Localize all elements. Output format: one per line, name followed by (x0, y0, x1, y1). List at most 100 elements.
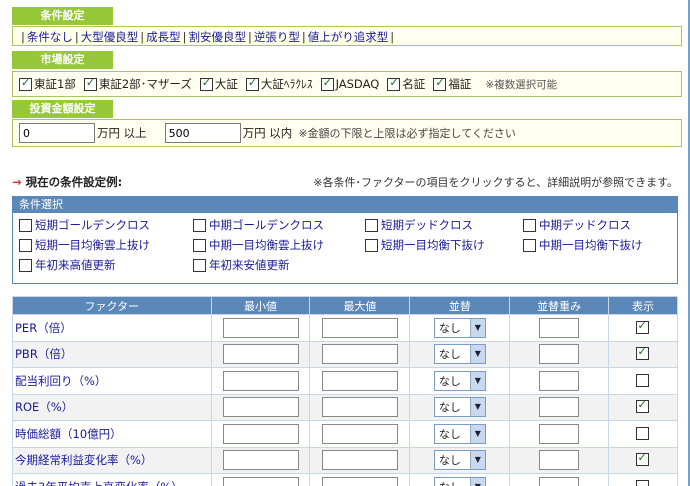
market-option[interactable]: JASDAQ (320, 76, 379, 91)
amount-min-input[interactable] (19, 123, 95, 143)
factor-link[interactable]: PER（倍） (13, 321, 72, 335)
strategy-link[interactable]: 大型優良型 (81, 30, 139, 44)
factor-link[interactable]: 配当利回り（%） (13, 374, 106, 388)
condition-option[interactable]: 中期デッドクロス (523, 217, 631, 233)
sort-select[interactable]: なし▼ (433, 423, 486, 444)
sort-select[interactable]: なし▼ (433, 370, 486, 391)
condition-link[interactable]: 中期一目均衡下抜け (539, 237, 643, 253)
sort-select[interactable]: なし▼ (433, 344, 486, 365)
market-option[interactable]: 大証 (199, 76, 238, 92)
condition-option[interactable]: 中期ゴールデンクロス (193, 217, 324, 233)
show-checkbox[interactable] (635, 373, 649, 387)
amount-max-input[interactable] (164, 123, 241, 143)
condition-option[interactable]: 短期デッドクロス (365, 217, 473, 233)
sort-weight-input[interactable] (539, 370, 580, 391)
max-value-input[interactable] (321, 423, 398, 444)
condition-checkbox[interactable] (523, 218, 536, 232)
show-checkbox[interactable] (635, 398, 649, 414)
min-value-input[interactable] (222, 450, 299, 471)
condition-checkbox[interactable] (19, 238, 32, 252)
condition-option[interactable]: 中期一目均衡下抜け (523, 237, 643, 253)
factor-link[interactable]: ROE（%） (13, 400, 73, 414)
sort-weight-input[interactable] (539, 476, 580, 486)
chevron-down-icon[interactable]: ▼ (469, 318, 485, 337)
condition-link[interactable]: 短期デッドクロス (381, 217, 473, 233)
market-checkbox[interactable] (19, 76, 32, 91)
market-checkbox[interactable] (199, 76, 213, 91)
condition-checkbox[interactable] (19, 258, 32, 272)
sort-weight-input[interactable] (539, 317, 580, 338)
chevron-down-icon[interactable]: ▼ (469, 451, 485, 470)
sort-weight-input[interactable] (539, 344, 580, 365)
sort-select[interactable]: なし▼ (433, 397, 486, 418)
min-value-input[interactable] (222, 344, 299, 365)
show-checkbox[interactable] (635, 451, 649, 467)
chevron-down-icon[interactable]: ▼ (469, 477, 485, 486)
min-value-input[interactable] (222, 476, 299, 486)
condition-checkbox[interactable] (365, 238, 378, 252)
factor-link[interactable]: 今期経常利益変化率（%） (13, 453, 152, 467)
strategy-link[interactable]: 成長型 (146, 30, 181, 44)
condition-link[interactable]: 短期一目均衡下抜け (381, 237, 485, 253)
chevron-down-icon[interactable]: ▼ (469, 345, 485, 364)
condition-link[interactable]: 年初来高値更新 (35, 257, 116, 273)
sort-select[interactable]: なし▼ (433, 476, 486, 486)
factor-link[interactable]: 過去3年平均売上高変化率（%） (13, 480, 183, 486)
sort-select[interactable]: なし▼ (433, 317, 486, 338)
market-option[interactable]: 福証 (433, 76, 471, 92)
strategy-link[interactable]: 逆張り型 (254, 30, 300, 44)
market-checkbox[interactable] (320, 76, 334, 91)
max-value-input[interactable] (321, 476, 398, 486)
show-checkbox[interactable] (635, 479, 649, 486)
condition-checkbox[interactable] (193, 218, 206, 232)
condition-link[interactable]: 中期ゴールデンクロス (209, 217, 324, 233)
market-checkbox[interactable] (83, 76, 97, 91)
min-value-input[interactable] (222, 397, 299, 418)
market-checkbox[interactable] (387, 76, 401, 91)
condition-option[interactable]: 年初来高値更新 (19, 257, 116, 273)
max-value-input[interactable] (321, 370, 398, 391)
sort-weight-input[interactable] (539, 397, 580, 418)
chevron-down-icon[interactable]: ▼ (469, 424, 485, 443)
min-value-input[interactable] (222, 317, 299, 338)
condition-link[interactable]: 年初来安値更新 (209, 257, 290, 273)
show-checkbox[interactable] (635, 426, 649, 440)
strategy-link[interactable]: 値上がり追求型 (308, 30, 389, 44)
show-checkbox[interactable] (635, 319, 649, 334)
condition-checkbox[interactable] (19, 218, 32, 232)
condition-option[interactable]: 短期ゴールデンクロス (19, 217, 150, 233)
sort-weight-input[interactable] (539, 423, 580, 444)
chevron-down-icon[interactable]: ▼ (469, 371, 485, 390)
condition-option[interactable]: 中期一目均衡雲上抜け (193, 237, 324, 253)
strategy-link[interactable]: 条件なし (27, 30, 73, 44)
condition-checkbox[interactable] (193, 258, 206, 272)
condition-link[interactable]: 中期デッドクロス (539, 217, 631, 233)
show-checkbox[interactable] (635, 345, 649, 361)
min-value-input[interactable] (222, 370, 299, 391)
market-checkbox[interactable] (245, 76, 259, 91)
condition-option[interactable]: 短期一目均衡雲上抜け (19, 237, 150, 253)
market-option[interactable]: 東証2部･マザーズ (83, 76, 192, 92)
max-value-input[interactable] (321, 397, 398, 418)
max-value-input[interactable] (321, 344, 398, 365)
condition-checkbox[interactable] (365, 218, 378, 232)
market-option[interactable]: 名証 (387, 76, 425, 92)
min-value-input[interactable] (222, 423, 299, 444)
condition-option[interactable]: 年初来安値更新 (193, 257, 290, 273)
factor-link[interactable]: PBR（倍） (13, 347, 72, 361)
condition-link[interactable]: 中期一目均衡雲上抜け (209, 237, 324, 253)
condition-link[interactable]: 短期一目均衡雲上抜け (35, 237, 150, 253)
strategy-link[interactable]: 割安優良型 (189, 30, 247, 44)
chevron-down-icon[interactable]: ▼ (469, 398, 485, 417)
market-option[interactable]: 東証1部 (19, 76, 76, 92)
market-checkbox[interactable] (433, 76, 447, 91)
sort-select[interactable]: なし▼ (433, 450, 486, 471)
max-value-input[interactable] (321, 450, 398, 471)
max-value-input[interactable] (321, 317, 398, 338)
condition-option[interactable]: 短期一目均衡下抜け (365, 237, 485, 253)
sort-weight-input[interactable] (539, 450, 580, 471)
market-option[interactable]: 大証ﾍﾗｸﾚｽ (245, 76, 313, 92)
condition-link[interactable]: 短期ゴールデンクロス (35, 217, 150, 233)
condition-checkbox[interactable] (193, 238, 206, 252)
factor-link[interactable]: 時価総額（10億円） (13, 427, 122, 441)
